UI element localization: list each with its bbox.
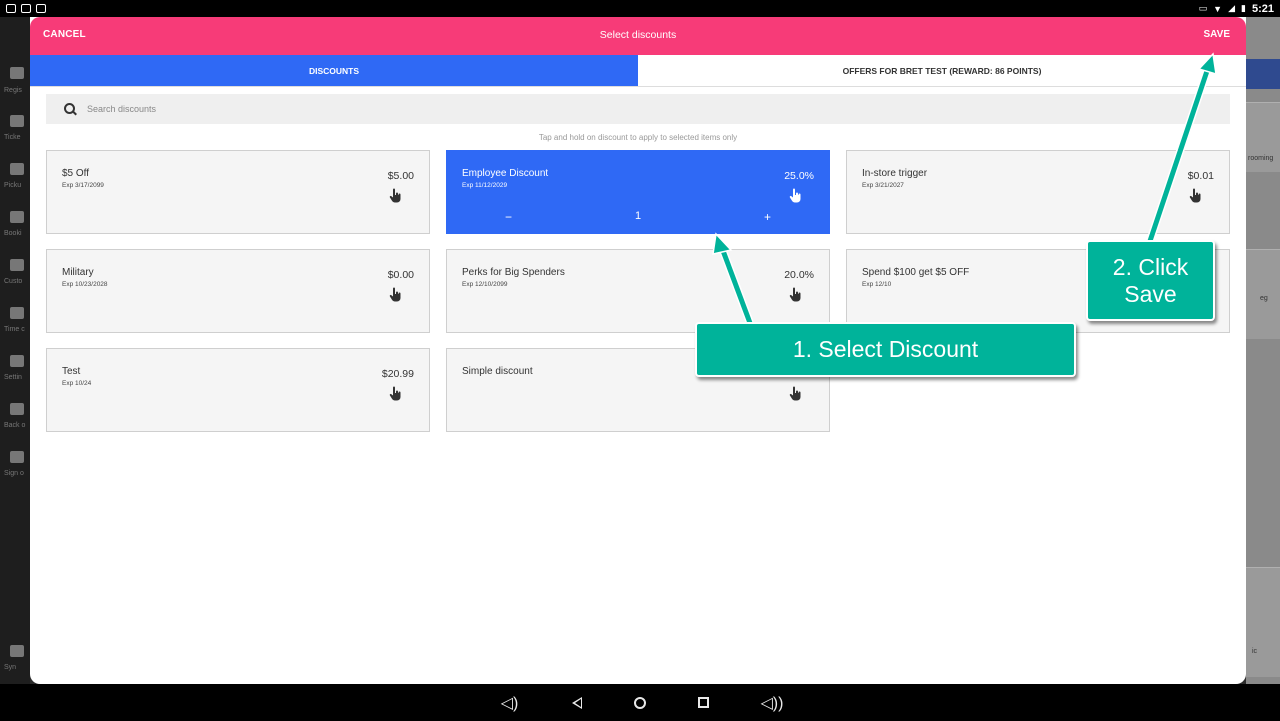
background-text: ic [1252,648,1258,655]
back-icon[interactable] [571,696,582,709]
sidebar-label: Ticke [4,134,21,141]
discount-card-selected[interactable]: Employee Discount Exp 11/12/2029 25.0% −… [446,150,830,234]
sidebar-label: Booki [4,230,22,237]
discount-expiry: Exp 12/10 [862,281,892,288]
tap-hold-icon[interactable] [388,386,402,401]
calendar-icon [10,211,24,223]
background-tile: ic [1246,567,1280,677]
tickets-icon [10,115,24,127]
search-bar[interactable] [46,94,1230,124]
discount-card[interactable]: Test Exp 10/24 $20.99 [46,348,430,432]
discount-expiry: Exp 12/10/2099 [462,281,508,288]
discount-card[interactable]: Perks for Big Spenders Exp 12/10/2099 20… [446,249,830,333]
discount-value: 20.0% [784,269,814,281]
dialog-header: CANCEL Select discounts SAVE [30,17,1246,55]
wifi-icon: ▼ [1213,3,1223,14]
system-icons: ▭ ▼ ◢ ▮ 5:21 [1199,3,1274,15]
app-notification-icon [6,4,16,13]
increment-button[interactable]: + [764,210,771,224]
callout-line: Save [1124,281,1177,307]
status-bar: ▭ ▼ ◢ ▮ 5:21 [0,0,1280,17]
discount-name: Employee Discount [462,168,549,179]
callout-line: 2. Click [1112,254,1189,280]
customers-icon [10,259,24,271]
notification-icons [6,4,46,13]
background-text: rooming [1248,155,1274,162]
cloud-icon [10,403,24,415]
sidebar-label: Regis [4,87,22,94]
background-sidebar: Regis Ticke Picku Booki Custo Time c Set… [0,17,30,684]
clock-icon [10,307,24,319]
volume-down-icon[interactable]: ◁) [500,693,520,713]
discount-name: Test [62,366,81,377]
sidebar-label: Sign o [4,470,24,477]
quantity-stepper: − 1 + [447,210,829,224]
tap-hold-icon[interactable] [788,188,802,203]
download-notification-icon [21,4,31,13]
tap-hold-icon[interactable] [388,188,402,203]
tap-hold-icon[interactable] [788,386,802,401]
tap-hold-icon[interactable] [388,287,402,302]
discount-value: 25.0% [784,170,814,182]
tab-discounts[interactable]: DISCOUNTS [30,55,638,86]
sidebar-label: Picku [4,182,22,189]
discount-name: Perks for Big Spenders [462,267,565,278]
mail-notification-icon [36,4,46,13]
lock-icon [10,451,24,463]
background-content: rooming eg ic [1246,17,1280,684]
discount-value: $20.99 [381,368,414,380]
quantity-value: 1 [634,210,642,222]
discount-card[interactable]: In-store trigger Exp 3/21/2027 $0.01 [846,150,1230,234]
sidebar-label: Back o [4,422,26,429]
save-button[interactable]: SAVE [1204,29,1231,40]
gear-icon [10,355,24,367]
tap-hold-icon[interactable] [1188,188,1202,203]
tab-bar: DISCOUNTS OFFERS FOR BRET TEST (REWARD: … [30,55,1246,87]
discount-value: $0.01 [1187,170,1214,182]
discount-card[interactable]: Military Exp 10/23/2028 $0.00 [46,249,430,333]
discount-name: $5 Off [62,168,90,179]
tab-offers[interactable]: OFFERS FOR BRET TEST (REWARD: 86 POINTS) [638,55,1246,86]
register-icon [10,67,24,79]
sync-icon [10,645,24,657]
dialog-title: Select discounts [599,29,677,41]
background-header [1246,59,1280,89]
background-tile: rooming [1246,102,1280,172]
tap-hold-icon[interactable] [788,287,802,302]
discount-card[interactable]: $5 Off Exp 3/17/2099 $5.00 [46,150,430,234]
search-input[interactable] [87,104,687,114]
hint-text: Tap and hold on discount to apply to sel… [538,133,738,142]
discount-name: Simple discount [462,366,533,377]
sidebar-label: Time c [4,326,25,333]
sidebar-label: Custo [4,278,23,285]
discount-expiry: Exp 3/21/2027 [862,182,904,189]
clock: 5:21 [1251,2,1274,15]
signal-icon: ◢ [1228,3,1236,13]
callout-click-save: 2. Click Save [1086,240,1215,321]
discount-name: In-store trigger [862,168,928,179]
background-tile: eg [1246,249,1280,339]
recent-apps-icon[interactable] [697,697,709,708]
discount-name: Spend $100 get $5 OFF [862,267,970,278]
background-text: eg [1260,295,1268,302]
pickup-icon [10,163,24,175]
android-nav-bar: ◁) ◁)) [0,684,1280,721]
search-icon [64,102,77,116]
discount-value: $5.00 [387,170,414,182]
home-icon[interactable] [633,696,646,709]
cast-icon: ▭ [1198,3,1208,13]
discount-expiry: Exp 10/24 [62,380,92,387]
discount-expiry: Exp 11/12/2029 [462,182,508,189]
sidebar-label: Syn [4,664,17,671]
sidebar-label: Settin [4,374,22,381]
discount-expiry: Exp 3/17/2099 [62,182,104,189]
discount-expiry: Exp 10/23/2028 [62,281,108,288]
callout-select-discount: 1. Select Discount [695,322,1076,377]
volume-up-icon[interactable]: ◁)) [761,693,784,713]
discount-value: $0.00 [387,269,414,281]
battery-icon: ▮ [1241,3,1246,13]
discount-name: Military [62,267,94,278]
